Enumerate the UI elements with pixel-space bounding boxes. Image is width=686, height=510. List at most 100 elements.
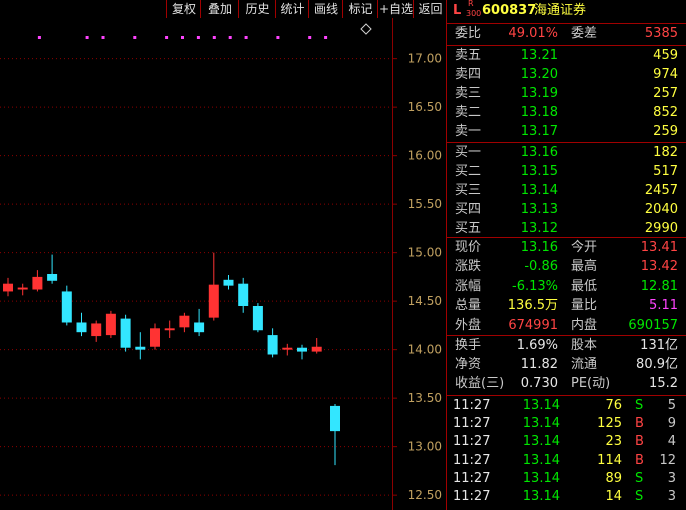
fund-value: 80.9亿: [636, 357, 678, 372]
ask-volume: 257: [653, 86, 678, 101]
event-marker: [181, 36, 184, 39]
weicha-label: 委差: [571, 26, 598, 41]
l2-badge: L: [453, 3, 462, 18]
candle: [17, 283, 28, 296]
separator: [447, 23, 686, 24]
fund-label: 净资: [455, 357, 482, 372]
candle-body: [223, 279, 234, 286]
candle: [297, 344, 307, 360]
y-tick-label: 17.00: [408, 52, 442, 66]
ask-row: 卖三 13.19 257: [447, 85, 686, 103]
tick-time: 11:27: [453, 416, 491, 432]
quote-label: 最高: [571, 259, 598, 275]
candle-body: [252, 306, 263, 331]
candle: [164, 320, 175, 339]
separator: [447, 395, 686, 396]
bid-label: 买二: [455, 164, 482, 179]
bid-price: 13.12: [520, 221, 558, 236]
quote-label: 外盘: [455, 317, 482, 333]
quote-label: 最低: [571, 278, 598, 294]
event-marker: [308, 36, 312, 39]
back-button[interactable]: 返回: [413, 0, 447, 18]
tick-price: 13.14: [522, 470, 560, 486]
candle-body: [208, 284, 219, 318]
candle-body: [238, 283, 249, 306]
quote-label: 涨跌: [455, 259, 482, 275]
candle: [252, 303, 263, 333]
candle: [179, 312, 190, 333]
tick-price: 13.14: [522, 416, 560, 432]
ask-volume: 259: [653, 124, 678, 139]
tick-row[interactable]: 11:27 13.14 23 B 4: [447, 433, 686, 451]
candle-body: [330, 405, 340, 432]
candle-body: [91, 323, 102, 337]
candle: [47, 254, 58, 284]
ask-price: 13.20: [520, 67, 558, 82]
quote-label: 现价: [455, 240, 482, 255]
bid-label: 买三: [455, 183, 482, 198]
y-tick-label: 16.00: [408, 149, 442, 163]
event-marker: [244, 36, 248, 39]
tick-count: 3: [667, 470, 676, 486]
tick-price: 13.14: [522, 434, 560, 450]
tick-volume: 125: [597, 416, 622, 432]
add-watchlist-button[interactable]: +自选: [377, 0, 414, 18]
candle: [91, 320, 102, 342]
y-tick-label: 12.50: [408, 488, 442, 502]
candle: [76, 312, 87, 337]
quote-row: 涨跌 -0.86 最高 13.42: [447, 258, 686, 276]
bid-label: 买一: [455, 145, 482, 160]
quote-value: 674991: [508, 317, 558, 333]
quote-label: 今开: [571, 240, 598, 255]
ask-volume: 852: [653, 105, 678, 120]
bid-price: 13.15: [520, 164, 558, 179]
candle-body: [164, 328, 175, 331]
tick-count: 12: [659, 452, 676, 468]
event-marker: [101, 36, 105, 39]
y-tick-label: 13.50: [408, 391, 442, 405]
tick-side: S: [635, 470, 644, 486]
tick-row[interactable]: 11:27 13.14 114 B 12: [447, 452, 686, 470]
stock-name: 海通证券: [534, 3, 587, 18]
candle-body: [150, 328, 160, 347]
fuquan-button[interactable]: 复权: [166, 0, 201, 18]
quote-row: 外盘 674991 内盘 690157: [447, 317, 686, 335]
mark-button[interactable]: 标记: [342, 0, 378, 18]
stats-button[interactable]: 统计: [275, 0, 309, 18]
history-button[interactable]: 历史: [238, 0, 276, 18]
tick-price: 13.14: [522, 489, 560, 504]
candle: [32, 270, 43, 292]
y-axis-line: [392, 18, 393, 510]
separator: [447, 237, 686, 238]
fundamental-row: 换手 1.69% 股本 131亿: [447, 337, 686, 355]
diamond-icon: [360, 23, 372, 35]
draw-line-button[interactable]: 画线: [308, 0, 343, 18]
candle: [208, 252, 219, 321]
bid-row: 买一 13.16 182: [447, 144, 686, 162]
tick-row[interactable]: 11:27 13.14 14 S 3: [447, 488, 686, 506]
quote-label: 总量: [455, 298, 482, 314]
tick-row[interactable]: 11:27 13.14 89 S 3: [447, 470, 686, 488]
quote-value: 5.11: [649, 298, 678, 314]
candle-body: [32, 276, 43, 290]
event-marker: [196, 36, 200, 39]
overlay-button[interactable]: 叠加: [200, 0, 239, 18]
chart-toolbar: 复权 叠加 历史 统计 画线 标记 +自选 返回: [0, 0, 446, 18]
candlestick-chart[interactable]: 17.00 16.50 16.00 15.50 15.00 14.50 14.00 13.50…: [0, 18, 446, 510]
stock-code: 600837: [482, 3, 537, 18]
candle-body: [179, 315, 190, 328]
bid-row: 买三 13.14 2457: [447, 182, 686, 200]
tick-row[interactable]: 11:27 13.14 125 B 9: [447, 415, 686, 433]
event-marker: [228, 36, 232, 39]
y-tick-label: 14.50: [408, 294, 442, 308]
tick-side: S: [635, 489, 644, 504]
bid-row: 买二 13.15 517: [447, 163, 686, 181]
ask-price: 13.21: [520, 48, 558, 63]
ask-label: 卖四: [455, 67, 482, 82]
fundamental-row: 收益(三) 0.730 PE(动) 15.2: [447, 375, 686, 393]
y-tick-label: 15.50: [408, 197, 442, 211]
tick-row[interactable]: 11:27 13.14 76 S 5: [447, 397, 686, 415]
candle: [135, 332, 146, 360]
tick-count: 4: [667, 434, 676, 450]
quote-value: 690157: [628, 317, 678, 333]
